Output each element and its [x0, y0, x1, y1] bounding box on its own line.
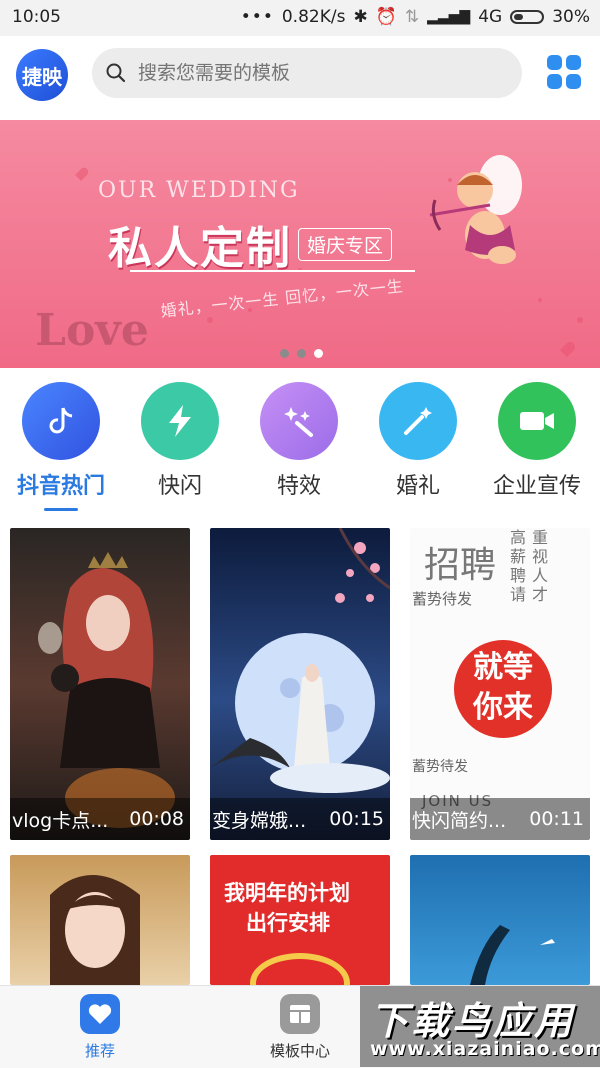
heart-icon: [80, 994, 120, 1034]
magic-sparkle-icon: [260, 382, 338, 460]
plan-line1: 我明年的计划: [224, 881, 350, 905]
category-enterprise[interactable]: 企业宣传: [478, 382, 596, 500]
category-label: 婚礼: [395, 474, 440, 499]
category-label: 特效: [276, 474, 321, 499]
banner-love-text: Love: [35, 305, 149, 356]
data-arrows-icon: ⇅: [404, 7, 420, 27]
search-input[interactable]: [136, 61, 500, 85]
promo-banner[interactable]: OUR WEDDING 私人定制 婚庆专区 婚礼，一次一生 回忆，一次一生 Lo…: [0, 120, 600, 368]
banner-pagination: [280, 349, 323, 358]
template-title: 快闪简约...: [412, 809, 507, 832]
recruit-circle-line1: 就等: [473, 650, 533, 685]
recruit-side-text: 高薪聘请: [510, 528, 527, 604]
category-effects[interactable]: 特效: [240, 382, 358, 500]
category-kuaishan[interactable]: 快闪: [121, 382, 239, 500]
network-type: 4G: [478, 7, 503, 27]
nav-label: 模板中心: [269, 1042, 330, 1060]
template-center-icon: [280, 994, 320, 1034]
category-douyin-hot[interactable]: 抖音热门: [2, 382, 120, 500]
category-row: 抖音热门 快闪 特效 婚礼 企业宣传: [0, 382, 600, 512]
watermark-url: www.xiazainiao.com: [370, 1038, 600, 1060]
nav-recommend[interactable]: 推荐: [40, 994, 160, 1061]
alarm-icon: ⏰: [375, 7, 397, 27]
template-duration: 00:15: [329, 808, 384, 830]
network-speed: 0.82K/s: [281, 7, 346, 27]
banner-divider: [130, 270, 415, 272]
bluetooth-icon: ✱: [353, 7, 368, 27]
category-label: 快闪: [157, 474, 202, 499]
lightning-icon: [141, 382, 219, 460]
app-logo[interactable]: 捷映: [16, 49, 68, 101]
plan-line2: 出行安排: [246, 911, 330, 935]
template-card-portrait[interactable]: [10, 855, 190, 985]
template-duration: 00:08: [129, 808, 184, 830]
category-grid-icon[interactable]: [546, 54, 582, 90]
nav-label: 推荐: [84, 1042, 115, 1060]
recruit-circle: 就等 你来: [454, 640, 552, 738]
logo-text: 捷映: [22, 64, 62, 89]
top-bar: 捷映: [0, 36, 600, 114]
site-watermark: 下载鸟应用 www.xiazainiao.com: [360, 986, 600, 1067]
recruit-side-text-2: 重视人才: [532, 528, 549, 604]
template-card-vlog[interactable]: vlog卡点... 00:08: [10, 528, 190, 840]
category-wedding[interactable]: 婚礼: [359, 382, 477, 500]
recruit-circle-line2: 你来: [473, 690, 533, 725]
banner-english-text: OUR WEDDING: [98, 178, 300, 203]
template-title: 变身嫦娥...: [212, 809, 307, 832]
template-thumbnail: [210, 528, 390, 793]
template-card-change[interactable]: 变身嫦娥... 00:15: [210, 528, 390, 840]
template-card-flash[interactable]: 招聘 高薪聘请 重视人才 蓄势待发 蓄势待发 就等 你来 JOIN US 快闪简…: [410, 528, 590, 840]
magic-wand-icon: [379, 382, 457, 460]
search-icon: [106, 63, 126, 83]
recruit-waiting: 蓄势待发: [412, 590, 473, 608]
template-caption: 快闪简约... 00:11: [410, 798, 590, 840]
banner-title: 私人定制: [108, 223, 292, 274]
video-camera-icon: [498, 382, 576, 460]
tiktok-note-icon: [22, 382, 100, 460]
signal-icon: ▂▃▅▇: [427, 9, 471, 25]
nav-template-center[interactable]: 模板中心: [240, 994, 360, 1061]
battery-percent: 30%: [552, 7, 590, 27]
template-thumbnail: [470, 925, 555, 985]
template-thumbnail: [38, 552, 175, 828]
template-title: vlog卡点...: [12, 809, 109, 832]
recruit-waiting-2: 蓄势待发: [412, 759, 468, 775]
status-time: 10:05: [12, 7, 61, 27]
pagination-dot-active[interactable]: [314, 349, 323, 358]
pagination-dot[interactable]: [297, 349, 306, 358]
watermark-text: 下载鸟应用: [370, 999, 576, 1043]
status-right: ••• 0.82K/s ✱ ⏰ ⇅ ▂▃▅▇ 4G 30%: [241, 7, 590, 27]
template-caption: 变身嫦娥... 00:15: [210, 798, 390, 840]
active-category-indicator: [44, 508, 78, 511]
pagination-dot[interactable]: [280, 349, 289, 358]
cupid-illustration: [429, 155, 522, 264]
more-dots-icon: •••: [240, 7, 274, 27]
status-bar: 10:05 ••• 0.82K/s ✱ ⏰ ⇅ ▂▃▅▇ 4G 30%: [0, 0, 600, 36]
category-label: 企业宣传: [492, 474, 581, 499]
recruit-title: 招聘: [424, 545, 497, 586]
search-box[interactable]: [92, 48, 522, 98]
template-thumbnail: [50, 875, 140, 985]
battery-icon: [510, 10, 545, 24]
template-caption: vlog卡点... 00:08: [10, 798, 190, 840]
category-label: 抖音热门: [16, 474, 105, 499]
template-duration: 00:11: [529, 808, 584, 830]
plan-wheel: [250, 953, 350, 985]
template-card-ocean[interactable]: [410, 855, 590, 985]
banner-tag: 婚庆专区: [298, 228, 393, 261]
template-card-plan[interactable]: 我明年的计划 出行安排: [210, 855, 390, 985]
